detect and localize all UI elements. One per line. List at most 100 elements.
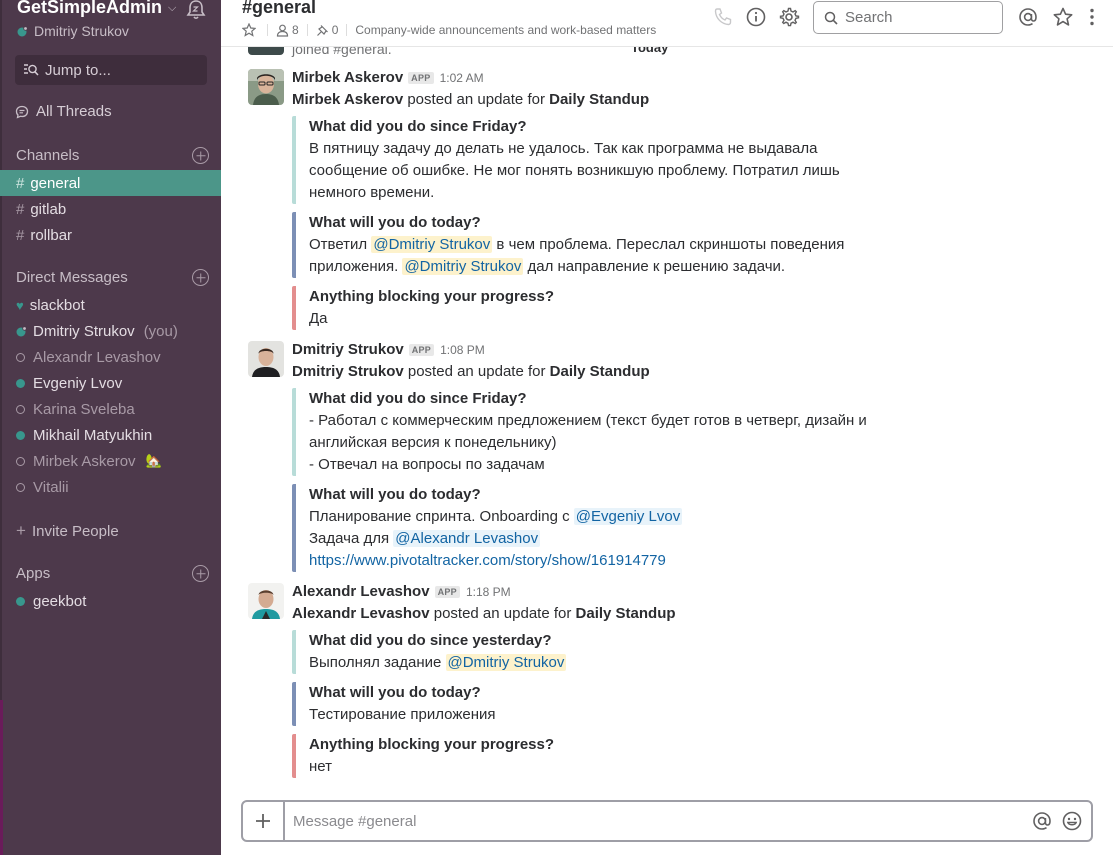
attachment: Anything blocking your progress? нет [292, 734, 862, 778]
message-header: Mirbek Askerov APP 1:02 AM [292, 69, 484, 86]
jump-to-button[interactable]: Jump to... [15, 55, 207, 85]
avatar-mirbek[interactable] [248, 69, 284, 105]
app-label: geekbot [33, 592, 87, 610]
gear-icon[interactable] [778, 6, 800, 28]
user-mention[interactable]: @Dmitriy Strukov [371, 236, 493, 253]
channel-general[interactable]: # general [0, 170, 221, 196]
dm-slackbot[interactable]: ♥ slackbot [0, 292, 221, 318]
online-icon [16, 378, 25, 388]
avatar[interactable] [248, 47, 284, 55]
user-mention[interactable]: @Evgeniy Lvov [573, 508, 683, 525]
member-count[interactable]: 8 [292, 23, 299, 37]
mentions-icon[interactable] [1017, 6, 1039, 28]
intro-mid: posted an update for [429, 605, 576, 622]
channel-rollbar[interactable]: # rollbar [0, 222, 221, 248]
hash-icon: # [16, 226, 25, 244]
avatar-alexandr[interactable] [248, 583, 284, 619]
joined-message: joined #general. [292, 47, 392, 57]
channel-gitlab[interactable]: # gitlab [0, 196, 221, 222]
dm-vitalii[interactable]: Vitalii [0, 474, 221, 500]
all-threads-link[interactable]: All Threads [15, 103, 112, 120]
timestamp[interactable]: 1:18 PM [466, 585, 511, 599]
sender-name[interactable]: Dmitriy Strukov [292, 341, 404, 358]
dm-heading-label: Direct Messages [16, 269, 128, 286]
add-app-icon[interactable] [192, 565, 209, 582]
sender-name[interactable]: Alexandr Levashov [292, 583, 430, 600]
attachment: Anything blocking your progress? Да [292, 286, 862, 330]
avatar-dmitriy[interactable] [248, 341, 284, 377]
pin-icon[interactable] [316, 24, 329, 37]
presence-icon [16, 325, 27, 336]
sidebar: GetSimpleAdmin ⌵ Dmitriy Strukov Jump to… [0, 0, 221, 855]
message-input[interactable]: Message #general [293, 813, 1031, 830]
attach-button[interactable] [243, 802, 285, 840]
sidebar-accent [0, 700, 3, 855]
apps-heading[interactable]: Apps [16, 565, 209, 582]
app-geekbot[interactable]: geekbot [0, 588, 221, 614]
add-dm-icon[interactable] [192, 269, 209, 286]
online-icon [16, 596, 25, 606]
search-icon [824, 11, 838, 25]
message-intro: Dmitriy Strukov posted an update for Dai… [292, 363, 650, 380]
answer: Выполнял задание @Dmitriy Strukov [309, 654, 567, 671]
dm-karina-sveleba[interactable]: Karina Sveleba [0, 396, 221, 422]
search-input[interactable]: Search [813, 1, 1003, 34]
star-items-icon[interactable] [1052, 6, 1074, 28]
dm-self[interactable]: Dmitriy Strukov (you) [0, 318, 221, 344]
current-user-name: Dmitriy Strukov [34, 23, 129, 39]
dm-mikhail-matyukhin[interactable]: Mikhail Matyukhin [0, 422, 221, 448]
user-mention[interactable]: @Alexandr Levashov [393, 530, 541, 547]
pivotal-link[interactable]: https://www.pivotaltracker.com/story/sho… [309, 552, 666, 569]
add-channel-icon[interactable] [192, 147, 209, 164]
team-menu[interactable]: GetSimpleAdmin ⌵ [17, 0, 176, 18]
timestamp[interactable]: 1:08 PM [440, 343, 485, 357]
bell-snooze-icon[interactable] [185, 0, 207, 20]
attachment: What did you do since Friday? В пятницу … [292, 116, 862, 204]
channel-title[interactable]: #general [242, 0, 316, 18]
intro-mid: posted an update for [403, 91, 550, 108]
channels-heading-label: Channels [16, 147, 80, 164]
more-vertical-icon[interactable] [1081, 6, 1103, 28]
dm-label: slackbot [29, 296, 85, 314]
attachment: What will you do today? Ответил @Dmitriy… [292, 212, 862, 278]
dm-evgeniy-lvov[interactable]: Evgeniy Lvov [0, 370, 221, 396]
dm-heading[interactable]: Direct Messages [16, 269, 209, 286]
intro-name: Alexandr Levashov [292, 605, 430, 622]
message-composer: Message #general [241, 800, 1093, 842]
message-header: Dmitriy Strukov APP 1:08 PM [292, 341, 485, 358]
dm-label: Mikhail Matyukhin [33, 426, 153, 444]
channel-topic[interactable]: Company-wide announcements and work-base… [355, 23, 656, 37]
dm-mirbek-askerov[interactable]: Mirbek Askerov 🏡 [0, 448, 221, 474]
intro-target: Daily Standup [549, 91, 650, 108]
team-name: GetSimpleAdmin [17, 0, 163, 17]
user-mention[interactable]: @Dmitriy Strukov [445, 654, 567, 671]
info-icon[interactable] [745, 6, 767, 28]
attachment: What did you do since yesterday? Выполня… [292, 630, 862, 674]
chevron-down-icon: ⌵ [168, 2, 177, 14]
user-mention[interactable]: @Dmitriy Strukov [402, 258, 524, 275]
dm-label: Alexandr Levashov [33, 348, 161, 366]
dm-label: Mirbek Askerov [33, 452, 136, 470]
intro-mid: posted an update for [403, 363, 550, 380]
channels-heading[interactable]: Channels [16, 147, 209, 164]
question: What did you do since Friday? [309, 118, 527, 135]
message-list[interactable]: joined #general. Today Mirbek Askerov AP… [221, 47, 1113, 795]
dm-alexandr-levashov[interactable]: Alexandr Levashov [0, 344, 221, 370]
invite-people-button[interactable]: + Invite People [16, 521, 119, 541]
jump-to-icon [24, 64, 39, 76]
members-icon[interactable] [276, 24, 289, 37]
star-icon[interactable] [242, 23, 256, 37]
mention-icon[interactable] [1031, 810, 1053, 832]
answer: Ответил @Dmitriy Strukov в чем проблема.… [309, 236, 849, 275]
sender-name[interactable]: Mirbek Askerov [292, 69, 403, 86]
timestamp[interactable]: 1:02 AM [440, 71, 484, 85]
message-intro: Alexandr Levashov posted an update for D… [292, 605, 676, 622]
pin-count[interactable]: 0 [332, 23, 339, 37]
current-user-row[interactable]: Dmitriy Strukov [17, 23, 129, 39]
phone-icon[interactable] [712, 6, 734, 28]
emoji-icon[interactable] [1061, 810, 1083, 832]
jump-to-label: Jump to... [45, 61, 111, 79]
answer-line: - Работал с коммерческим предложением (т… [309, 412, 871, 451]
day-divider: Today [621, 47, 679, 55]
away-icon [16, 352, 25, 362]
